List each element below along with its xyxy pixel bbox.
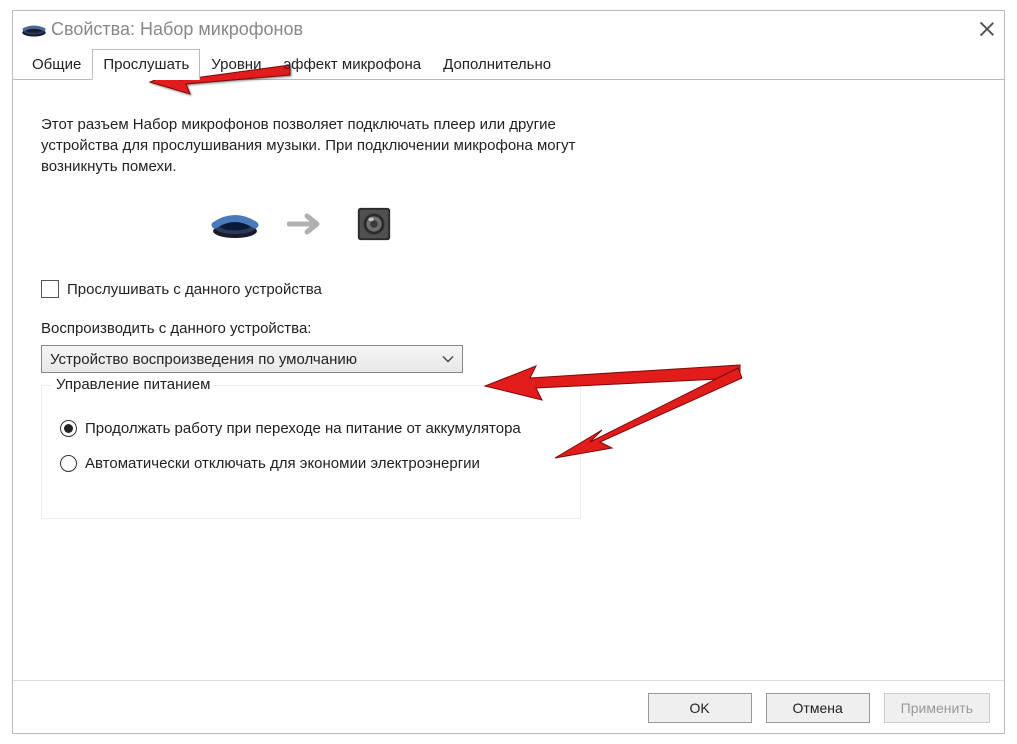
- cancel-button[interactable]: Отмена: [766, 693, 870, 723]
- listen-checkbox-row: Прослушивать с данного устройства: [41, 280, 976, 298]
- properties-dialog: Свойства: Набор микрофонов Общие Прослуш…: [12, 10, 1005, 734]
- dialog-buttons: OK Отмена Применить: [648, 693, 990, 723]
- arrow-right-icon: [287, 212, 327, 239]
- radio-continue-label: Продолжать работу при переходе на питани…: [85, 420, 521, 437]
- tab-listen[interactable]: Прослушать: [92, 49, 200, 80]
- power-legend: Управление питанием: [52, 376, 214, 393]
- listen-checkbox-label: Прослушивать с данного устройства: [67, 281, 322, 298]
- description-text: Этот разъем Набор микрофонов позволяет п…: [41, 114, 581, 177]
- tab-advanced[interactable]: Дополнительно: [432, 49, 562, 80]
- radio-autooff[interactable]: [60, 455, 77, 472]
- button-separator: [13, 680, 1004, 681]
- audio-jack-icon: [211, 208, 259, 243]
- tabstrip: Общие Прослушать Уровни эффект микрофона…: [13, 49, 1004, 80]
- playback-device-label: Воспроизводить с данного устройства:: [41, 320, 976, 337]
- close-icon[interactable]: [978, 20, 996, 38]
- device-flow-row: [41, 205, 976, 246]
- ok-button[interactable]: OK: [648, 693, 752, 723]
- playback-device-value: Устройство воспроизведения по умолчанию: [50, 351, 357, 368]
- listen-checkbox[interactable]: [41, 280, 59, 298]
- power-option-autooff[interactable]: Автоматически отключать для экономии эле…: [60, 455, 568, 472]
- power-option-continue[interactable]: Продолжать работу при переходе на питани…: [60, 420, 568, 437]
- tab-mic-effect[interactable]: эффект микрофона: [272, 49, 432, 80]
- playback-device-combobox[interactable]: Устройство воспроизведения по умолчанию: [41, 345, 463, 373]
- power-management-group: Управление питанием Продолжать работу пр…: [41, 385, 581, 519]
- apply-button[interactable]: Применить: [884, 693, 990, 723]
- window-title: Свойства: Набор микрофонов: [51, 19, 978, 40]
- audio-jack-icon: [21, 22, 43, 36]
- tab-content: Этот разъем Набор микрофонов позволяет п…: [13, 80, 1004, 529]
- speaker-icon: [355, 205, 393, 246]
- tab-levels[interactable]: Уровни: [200, 49, 272, 80]
- radio-autooff-label: Автоматически отключать для экономии эле…: [85, 455, 480, 472]
- chevron-down-icon: [442, 351, 454, 368]
- titlebar[interactable]: Свойства: Набор микрофонов: [13, 11, 1004, 47]
- radio-continue[interactable]: [60, 420, 77, 437]
- tab-general[interactable]: Общие: [21, 49, 92, 80]
